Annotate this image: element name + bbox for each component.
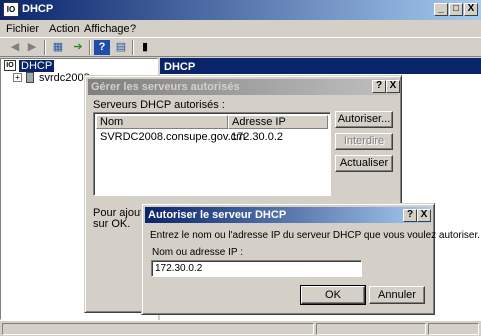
column-header-name[interactable]: Nom xyxy=(96,115,228,129)
refresh-button[interactable]: Actualiser xyxy=(335,155,393,172)
authorize-button[interactable]: Autoriser... xyxy=(335,111,393,128)
detail-header: DHCP xyxy=(160,58,481,74)
authorize-instruction: Entrez le nom ou l'adresse IP du serveur… xyxy=(150,230,481,241)
properties-icon[interactable]: ▤ xyxy=(113,40,129,55)
show-tree-icon[interactable]: ▦ xyxy=(50,40,66,55)
authorize-dialog-title: Autoriser le serveur DHCP xyxy=(148,209,287,221)
dhcp-root-icon: IO xyxy=(4,60,16,71)
status-bar xyxy=(0,320,481,336)
field-label: Nom ou adresse IP : xyxy=(152,247,243,258)
help-icon[interactable]: ? xyxy=(94,40,110,55)
menu-fichier[interactable]: Fichier xyxy=(6,23,39,35)
minimize-button[interactable]: _ xyxy=(434,3,448,16)
status-cell xyxy=(2,323,314,335)
manage-dialog-help-button[interactable]: ? xyxy=(372,80,386,93)
cancel-button[interactable]: Annuler xyxy=(369,286,425,304)
authorize-server-dialog: Autoriser le serveur DHCP ? X Entrez le … xyxy=(141,203,480,315)
dhcp-app-icon: IO xyxy=(3,2,19,17)
footer-text-line2: sur OK. xyxy=(93,218,131,230)
menu-bar: Fichier Action Affichage ? xyxy=(0,20,481,37)
server-node-icon xyxy=(26,72,34,83)
manage-dialog-title: Gérer les serveurs autorisés xyxy=(91,81,240,93)
export-icon[interactable]: ➔ xyxy=(70,40,86,55)
status-cell xyxy=(428,323,479,335)
window-title: DHCP xyxy=(22,3,54,15)
authorize-dialog-help-button[interactable]: ? xyxy=(403,209,417,222)
manage-dialog-close-button[interactable]: X xyxy=(386,80,400,93)
menu-action[interactable]: Action xyxy=(49,23,80,35)
tree-root-label[interactable]: DHCP xyxy=(19,60,55,72)
toolbar: ◀ ▶ ▦ ➔ ? ▤ ▮ xyxy=(0,37,481,57)
toolbar-separator xyxy=(89,40,91,55)
expand-plus-icon[interactable]: + xyxy=(13,73,22,82)
authorize-dialog-close-button[interactable]: X xyxy=(417,209,431,222)
server-row-name[interactable]: SVRDC2008.consupe.gov.cm xyxy=(100,131,245,143)
status-cell xyxy=(316,323,426,335)
authorize-dialog-titlebar: Autoriser le serveur DHCP xyxy=(145,207,431,223)
back-arrow-icon[interactable]: ◀ xyxy=(7,40,23,55)
server-row-ip[interactable]: 172.30.0.2 xyxy=(231,131,283,143)
maximize-button[interactable]: □ xyxy=(449,3,463,16)
toolbar-separator xyxy=(44,40,46,55)
manage-dialog-titlebar: Gérer les serveurs autorisés xyxy=(88,79,398,95)
server-icon[interactable]: ▮ xyxy=(137,40,153,55)
ip-address-input[interactable]: 172.30.0.2 xyxy=(151,260,362,277)
menu-help[interactable]: ? xyxy=(130,23,136,35)
forward-arrow-icon[interactable]: ▶ xyxy=(24,40,40,55)
servers-list-label: Serveurs DHCP autorisés : xyxy=(93,99,225,111)
toolbar-separator xyxy=(132,40,134,55)
unauthorize-button[interactable]: Interdire xyxy=(335,133,393,150)
close-button[interactable]: X xyxy=(464,3,478,16)
menu-affichage[interactable]: Affichage xyxy=(84,23,130,35)
column-header-ip[interactable]: Adresse IP xyxy=(228,115,328,129)
servers-list[interactable]: Nom Adresse IP SVRDC2008.consupe.gov.cm … xyxy=(93,112,331,196)
window-titlebar: IO DHCP _ □ X xyxy=(0,0,481,20)
ok-button[interactable]: OK xyxy=(300,285,366,305)
